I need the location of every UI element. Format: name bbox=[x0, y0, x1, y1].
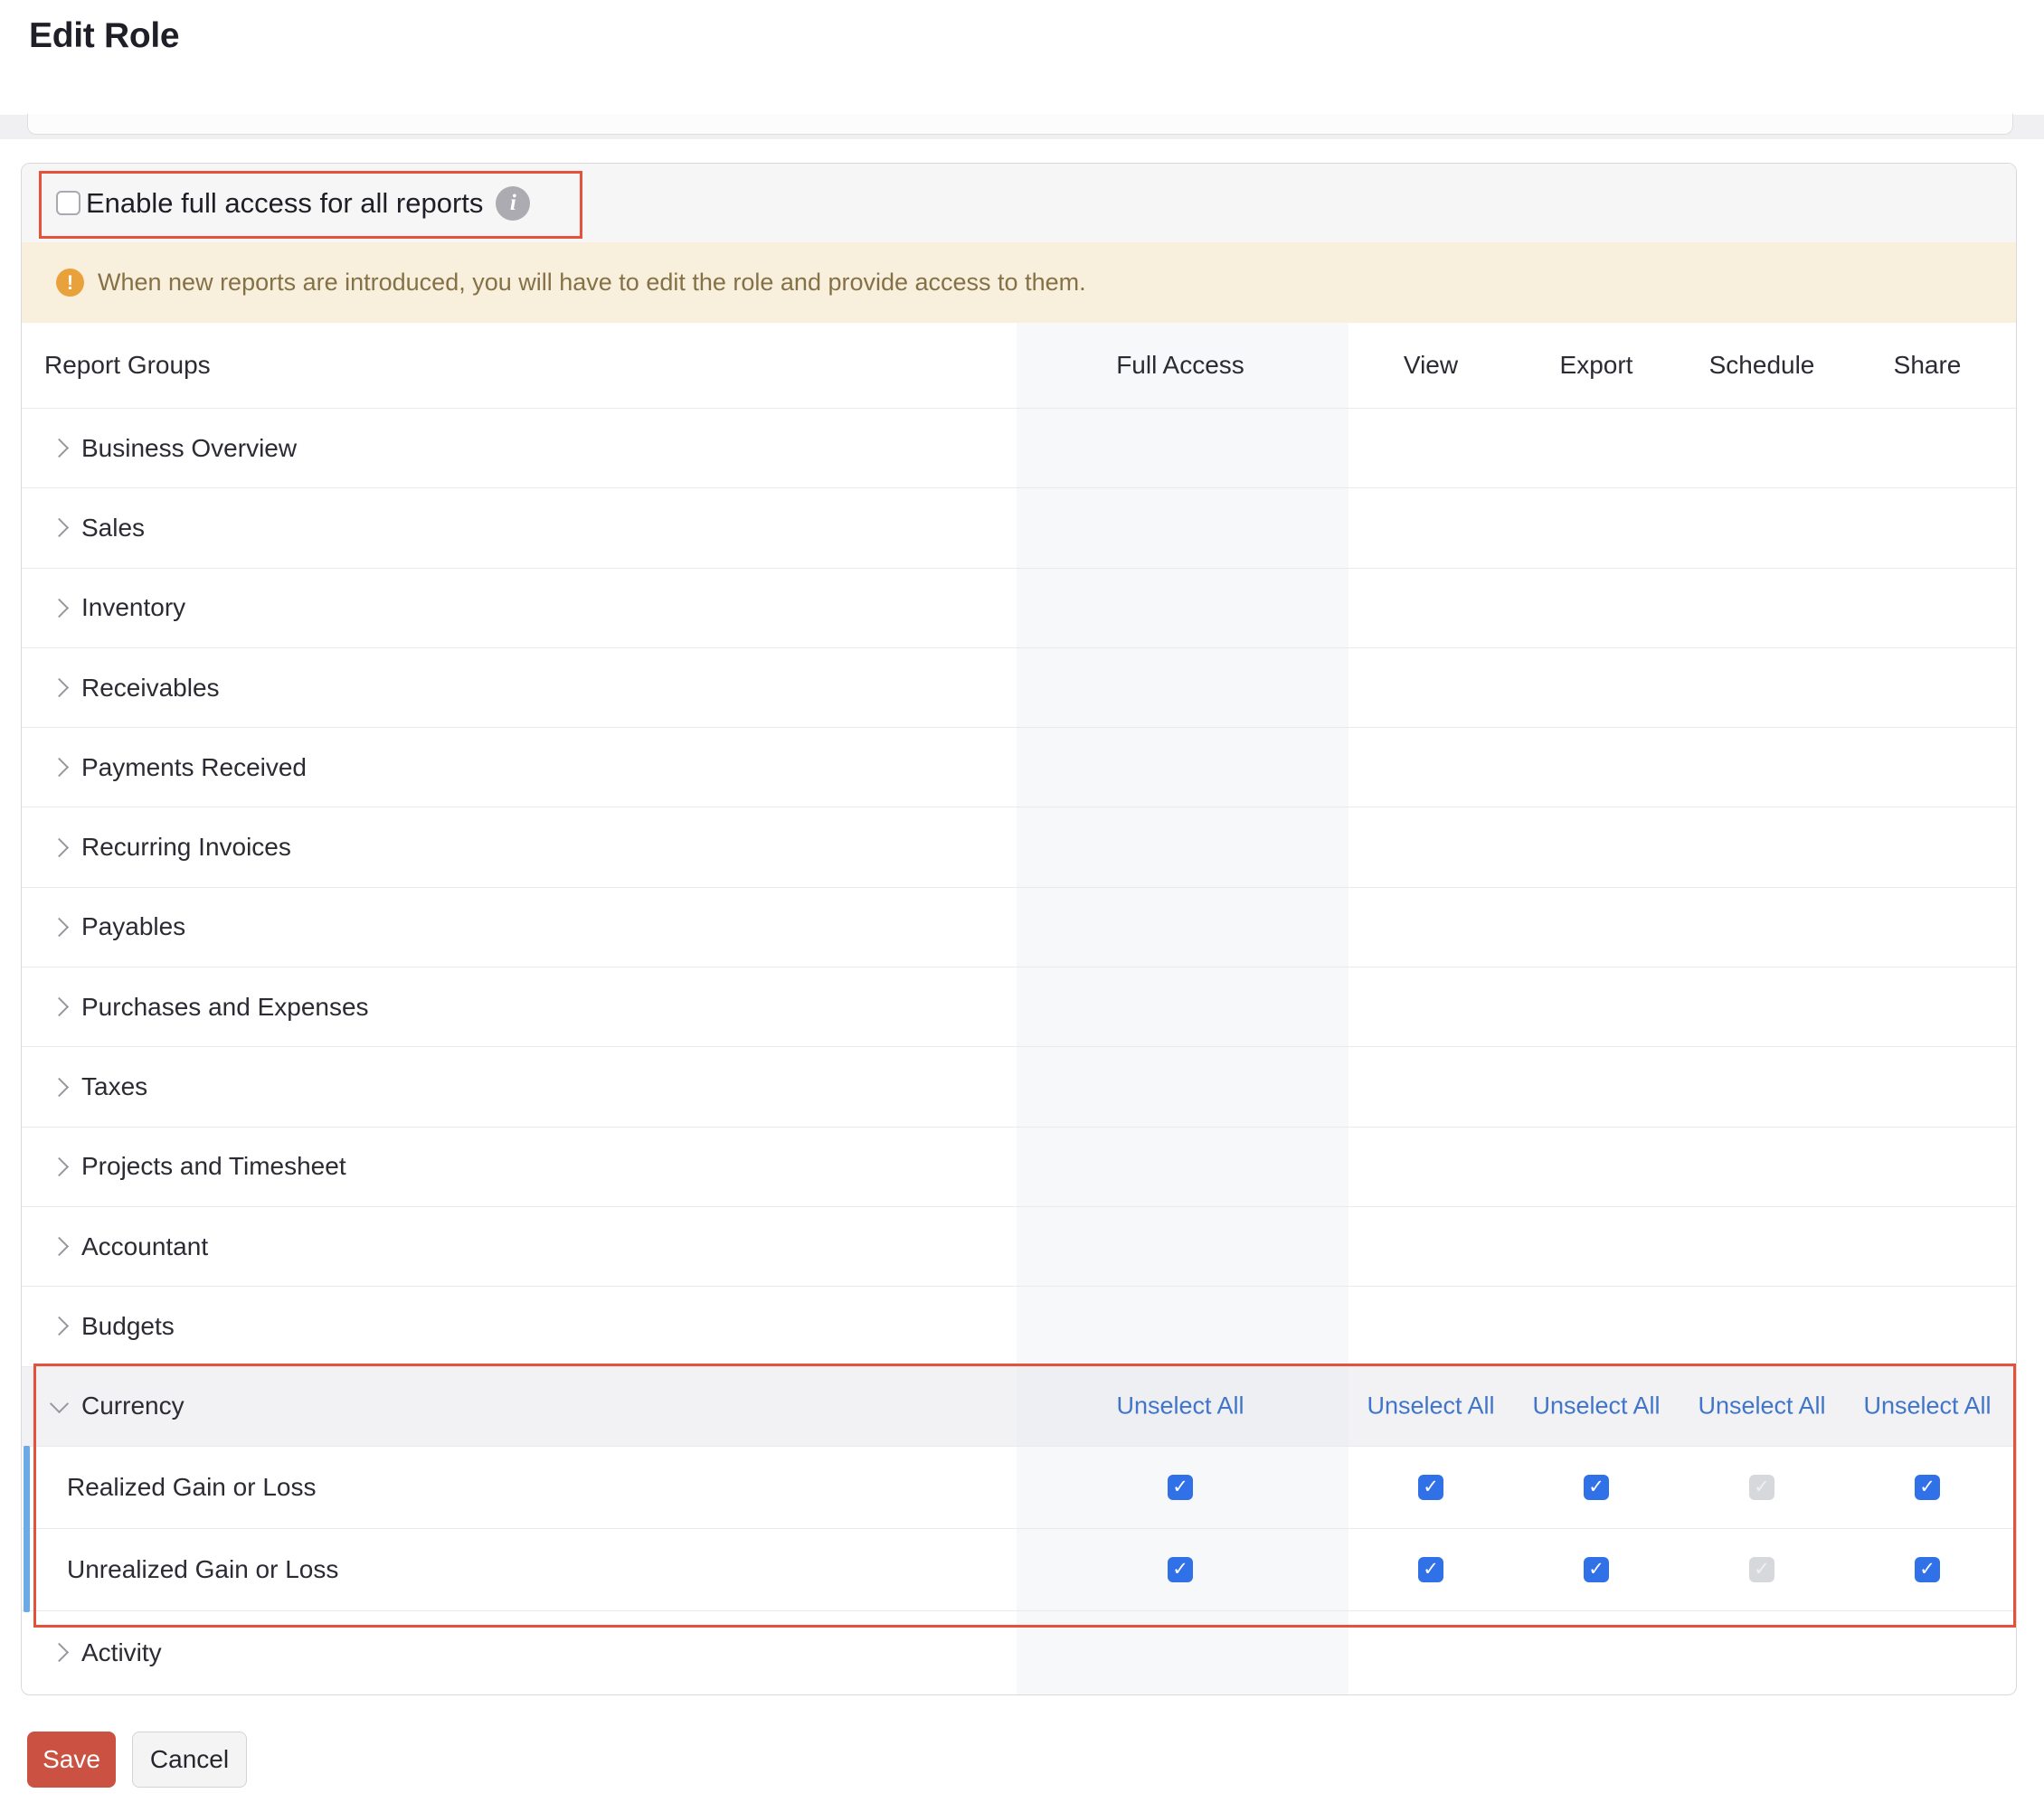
warning-icon: ! bbox=[56, 269, 84, 297]
column-header-share: Share bbox=[1894, 351, 1962, 380]
chevron-right-icon bbox=[50, 599, 69, 618]
checkbox-schedule bbox=[1749, 1557, 1774, 1582]
checkbox-schedule bbox=[1749, 1475, 1774, 1500]
report-label: Unrealized Gain or Loss bbox=[67, 1555, 338, 1584]
report-group-label: Recurring Invoices bbox=[81, 833, 291, 862]
full-access-toggle-section: Enable full access for all reports i bbox=[22, 164, 2016, 242]
report-group-label: Currency bbox=[81, 1392, 185, 1420]
role-permissions-card: Enable full access for all reports i ! W… bbox=[21, 163, 2017, 1695]
report-group-label: Payments Received bbox=[81, 753, 307, 782]
report-group-row[interactable]: Accountant bbox=[22, 1206, 2016, 1286]
column-header-full-access: Full Access bbox=[1116, 351, 1244, 380]
report-group-row[interactable]: Payments Received bbox=[22, 727, 2016, 807]
chevron-right-icon bbox=[50, 838, 69, 857]
chevron-right-icon bbox=[50, 518, 69, 537]
unselect-all-export[interactable]: Unselect All bbox=[1532, 1392, 1660, 1420]
cancel-button[interactable]: Cancel bbox=[132, 1732, 247, 1788]
chevron-right-icon bbox=[50, 997, 69, 1016]
report-group-row[interactable]: Budgets bbox=[22, 1286, 2016, 1365]
checkbox-export[interactable] bbox=[1584, 1557, 1609, 1582]
report-group-row-currency[interactable]: Currency Unselect All Unselect All Unsel… bbox=[22, 1366, 2016, 1446]
checkbox-full-access[interactable] bbox=[1168, 1557, 1193, 1582]
checkbox-share[interactable] bbox=[1915, 1557, 1940, 1582]
info-icon[interactable]: i bbox=[496, 186, 530, 221]
report-group-label: Sales bbox=[81, 514, 145, 543]
report-label: Realized Gain or Loss bbox=[67, 1473, 316, 1502]
report-group-label: Inventory bbox=[81, 593, 185, 622]
checkbox-view[interactable] bbox=[1418, 1557, 1443, 1582]
report-row-realized-gain-or-loss: Realized Gain or Loss bbox=[22, 1446, 2016, 1528]
chevron-right-icon bbox=[50, 918, 69, 937]
report-group-row[interactable]: Taxes bbox=[22, 1046, 2016, 1126]
warning-banner: ! When new reports are introduced, you w… bbox=[22, 242, 2016, 323]
column-header-export: Export bbox=[1560, 351, 1633, 380]
checkbox-share[interactable] bbox=[1915, 1475, 1940, 1500]
report-group-row[interactable]: Business Overview bbox=[22, 408, 2016, 487]
chevron-right-icon bbox=[50, 678, 69, 697]
column-header-schedule: Schedule bbox=[1709, 351, 1815, 380]
column-header-view: View bbox=[1404, 351, 1458, 380]
report-group-label: Activity bbox=[81, 1638, 162, 1667]
report-group-row[interactable]: Sales bbox=[22, 487, 2016, 567]
page-title: Edit Role bbox=[29, 16, 179, 56]
chevron-right-icon bbox=[50, 439, 69, 458]
unselect-all-schedule[interactable]: Unselect All bbox=[1698, 1392, 1825, 1420]
chevron-down-icon bbox=[50, 1394, 69, 1413]
report-row-unrealized-gain-or-loss: Unrealized Gain or Loss bbox=[22, 1528, 2016, 1610]
report-group-row[interactable]: Payables bbox=[22, 887, 2016, 967]
report-group-row[interactable]: Receivables bbox=[22, 647, 2016, 727]
report-group-row[interactable]: Projects and Timesheet bbox=[22, 1127, 2016, 1206]
enable-full-access-label: Enable full access for all reports bbox=[86, 187, 483, 220]
unselect-all-share[interactable]: Unselect All bbox=[1863, 1392, 1991, 1420]
report-groups-table: Report Groups Full Access View Export Sc… bbox=[22, 323, 2016, 1694]
checkbox-full-access[interactable] bbox=[1168, 1475, 1193, 1500]
unselect-all-full-access[interactable]: Unselect All bbox=[1116, 1392, 1244, 1420]
report-group-row[interactable]: Inventory bbox=[22, 568, 2016, 647]
checkbox-view[interactable] bbox=[1418, 1475, 1443, 1500]
report-group-label: Projects and Timesheet bbox=[81, 1152, 346, 1181]
report-group-label: Payables bbox=[81, 912, 185, 941]
report-group-row[interactable]: Recurring Invoices bbox=[22, 807, 2016, 886]
expanded-section-indicator-bar bbox=[24, 1446, 30, 1612]
report-group-label: Taxes bbox=[81, 1072, 147, 1101]
report-group-label: Accountant bbox=[81, 1232, 208, 1261]
chevron-right-icon bbox=[50, 1077, 69, 1096]
report-group-label: Receivables bbox=[81, 674, 220, 703]
report-group-label: Budgets bbox=[81, 1312, 175, 1341]
table-header-row: Report Groups Full Access View Export Sc… bbox=[22, 323, 2016, 408]
report-group-row-activity[interactable]: Activity bbox=[22, 1610, 2016, 1694]
chevron-right-icon bbox=[50, 1237, 69, 1256]
chevron-right-icon bbox=[50, 758, 69, 777]
save-button[interactable]: Save bbox=[27, 1732, 116, 1788]
warning-text: When new reports are introduced, you wil… bbox=[98, 269, 1086, 297]
report-group-label: Purchases and Expenses bbox=[81, 993, 369, 1022]
chevron-right-icon bbox=[50, 1317, 69, 1335]
report-group-row[interactable]: Purchases and Expenses bbox=[22, 967, 2016, 1046]
report-group-label: Business Overview bbox=[81, 434, 297, 463]
unselect-all-view[interactable]: Unselect All bbox=[1367, 1392, 1494, 1420]
chevron-right-icon bbox=[50, 1643, 69, 1662]
enable-full-access-checkbox[interactable] bbox=[56, 191, 80, 215]
report-groups-header: Report Groups bbox=[44, 351, 211, 380]
chevron-right-icon bbox=[50, 1157, 69, 1176]
checkbox-export[interactable] bbox=[1584, 1475, 1609, 1500]
scrolled-panel-bottom-edge bbox=[27, 114, 2013, 135]
